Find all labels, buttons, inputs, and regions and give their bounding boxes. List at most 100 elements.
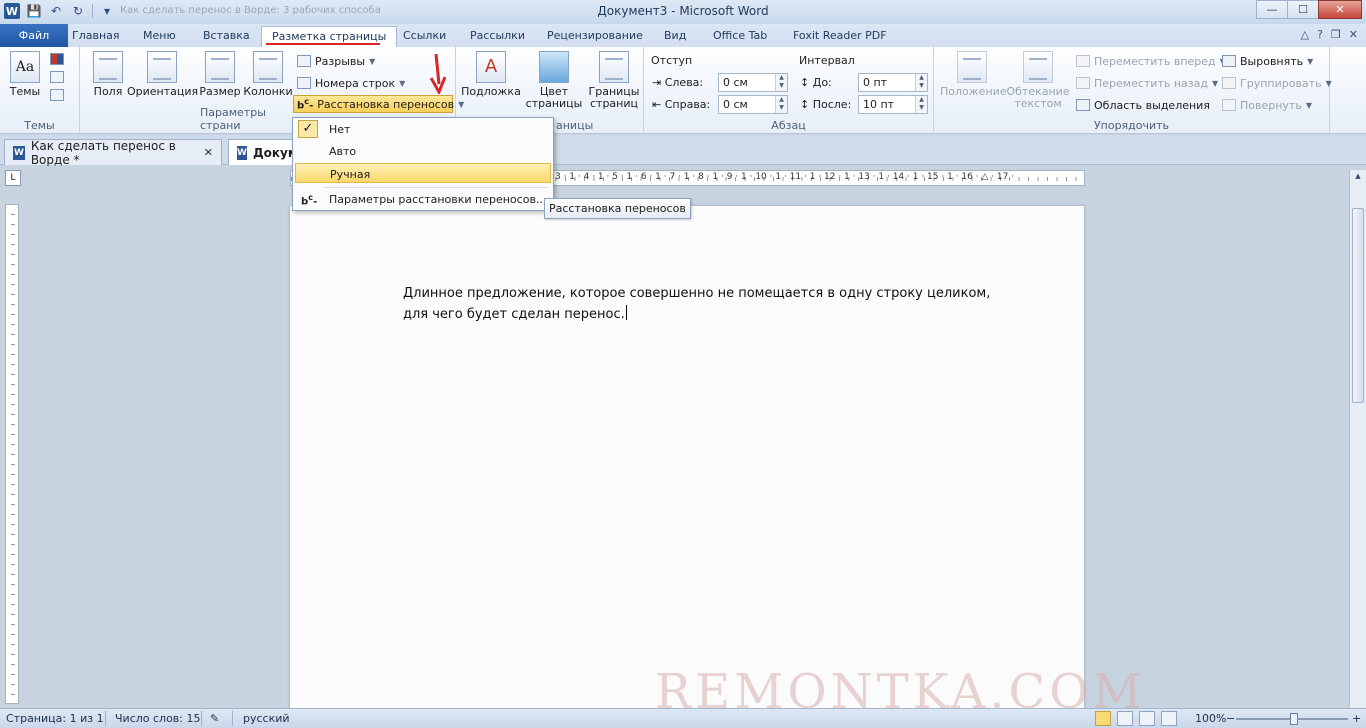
hyphenation-icon: bc-	[297, 96, 314, 112]
menu-item-auto[interactable]: Авто	[295, 141, 551, 161]
rotate-icon	[1222, 99, 1236, 111]
tab-review[interactable]: Рецензирование	[537, 26, 653, 47]
page-color-icon	[539, 51, 569, 83]
group-label-page-setup: Параметры страни	[200, 106, 266, 132]
rotate-button[interactable]: Повернуть ▼	[1222, 96, 1312, 114]
help-icon[interactable]: ?	[1317, 28, 1323, 41]
breaks-button[interactable]: Разрывы ▼	[297, 52, 375, 70]
size-icon	[205, 51, 235, 83]
send-backward-button[interactable]: Переместить назад ▼	[1076, 74, 1218, 92]
spacing-after-input[interactable]: 10 пт ▲ ▼	[858, 95, 928, 114]
wrap-text-icon	[1023, 51, 1053, 83]
tab-references[interactable]: Ссылки	[393, 26, 456, 47]
themes-icon: Aa	[10, 51, 40, 83]
line-numbers-icon	[297, 77, 311, 89]
tab-view[interactable]: Вид	[654, 26, 696, 47]
line-numbers-button[interactable]: Номера строк ▼	[297, 74, 405, 92]
tab-office-tab[interactable]: Office Tab	[703, 26, 777, 47]
hyphenation-options-icon: bc-	[301, 192, 318, 208]
ribbon-right-controls: △ ? ❐ ✕	[1301, 28, 1358, 41]
align-button[interactable]: Выровнять ▼	[1222, 52, 1313, 70]
zoom-out-button[interactable]: −	[1226, 712, 1235, 725]
indent-right-input[interactable]: 0 см ▲ ▼	[718, 95, 788, 114]
tab-file[interactable]: Файл	[0, 24, 68, 47]
close-tab-icon[interactable]: ✕	[204, 146, 213, 159]
spacing-before-input[interactable]: 0 пт ▲ ▼	[858, 73, 928, 92]
close-doc-icon[interactable]: ✕	[1349, 28, 1358, 41]
tab-insert[interactable]: Вставка	[193, 26, 260, 47]
status-word-count[interactable]: Число слов: 15	[115, 712, 201, 725]
minimize-button[interactable]: —	[1256, 0, 1288, 19]
scroll-thumb[interactable]	[1352, 208, 1364, 403]
size-button[interactable]: Размер	[197, 51, 243, 98]
tab-home[interactable]: Главная	[62, 26, 130, 47]
zoom-level[interactable]: 100%	[1195, 712, 1226, 725]
group-label-paragraph: Абзац	[771, 119, 806, 132]
scroll-up-icon[interactable]: ▲	[1352, 172, 1364, 186]
bring-forward-button[interactable]: Переместить вперед▼	[1076, 52, 1226, 70]
group-label-page-background: аницы	[556, 119, 594, 132]
close-button[interactable]: ✕	[1318, 0, 1362, 19]
selection-pane-button[interactable]: Область выделения	[1076, 96, 1210, 114]
indent-left-input[interactable]: 0 см ▲ ▼	[718, 73, 788, 92]
theme-effects-icon[interactable]	[50, 89, 64, 101]
send-backward-icon	[1076, 77, 1090, 89]
tab-selector[interactable]: L	[5, 170, 21, 186]
spacing-label: Интервал	[799, 54, 855, 67]
menu-item-hyphenation-options[interactable]: bc- Параметры расстановки переносов...	[295, 189, 551, 209]
full-screen-view-icon[interactable]	[1117, 711, 1133, 726]
minimize-ribbon-icon[interactable]: △	[1301, 28, 1309, 41]
status-language[interactable]: русский	[243, 712, 290, 725]
tab-foxit[interactable]: Foxit Reader PDF	[783, 26, 897, 47]
align-icon	[1222, 55, 1236, 67]
tab-mailings[interactable]: Рассылки	[460, 26, 535, 47]
zoom-slider-thumb[interactable]	[1290, 713, 1298, 725]
page-color-button[interactable]: Цвет страницы	[524, 51, 584, 110]
word-doc-icon: W	[237, 145, 247, 160]
breaks-icon	[297, 55, 311, 67]
margins-icon	[93, 51, 123, 83]
spellcheck-icon[interactable]: ✎	[210, 712, 219, 725]
group-objects-button[interactable]: Группировать ▼	[1222, 74, 1332, 92]
text-cursor	[625, 305, 627, 320]
group-label-themes: Темы	[24, 119, 55, 132]
theme-fonts-icon[interactable]	[50, 71, 64, 83]
zoom-in-button[interactable]: +	[1352, 712, 1361, 725]
maximize-button[interactable]: ☐	[1287, 0, 1319, 19]
position-button[interactable]: Положение	[940, 51, 1007, 98]
page-borders-icon	[599, 51, 629, 83]
theme-colors-icon[interactable]	[50, 53, 64, 65]
orientation-icon	[147, 51, 177, 83]
themes-button[interactable]: Aa Темы	[3, 51, 47, 98]
tab-menu[interactable]: Меню	[133, 26, 186, 47]
vertical-scrollbar[interactable]: ▲	[1349, 170, 1366, 708]
outline-view-icon[interactable]	[1161, 711, 1177, 726]
red-arrow-annotation	[430, 54, 446, 94]
web-layout-view-icon[interactable]	[1139, 711, 1155, 726]
margins-button[interactable]: Поля	[85, 51, 131, 98]
red-underline-annotation	[266, 43, 380, 45]
hyphenation-menu: ✓ Нет Авто Ручная bc- Параметры расстано…	[292, 117, 554, 211]
menu-item-none[interactable]: ✓ Нет	[295, 119, 551, 139]
status-page[interactable]: Страница: 1 из 1	[6, 712, 104, 725]
hyphenation-button[interactable]: bc- Расстановка переносов ▼	[293, 95, 464, 113]
doc-tab-how-to[interactable]: W Как сделать перенос в Ворде * ✕	[4, 139, 222, 167]
orientation-button[interactable]: Ориентация	[127, 51, 198, 98]
page-borders-button[interactable]: Границы страниц	[586, 51, 642, 110]
vertical-ruler[interactable]	[5, 204, 19, 704]
position-icon	[957, 51, 987, 83]
document-body[interactable]: Длинное предложение, которое совершенно …	[403, 283, 1003, 325]
group-label-arrange: Упорядочить	[1093, 119, 1170, 132]
watermark-button[interactable]: A Подложка	[461, 51, 521, 98]
print-layout-view-icon[interactable]	[1095, 711, 1111, 726]
bring-forward-icon	[1076, 55, 1090, 67]
menu-separator	[323, 187, 549, 188]
doc-tab-document3[interactable]: W Докум	[228, 139, 298, 165]
columns-button[interactable]: Колонки	[243, 51, 293, 98]
restore-doc-icon[interactable]: ❐	[1331, 28, 1341, 41]
document-page[interactable]: Длинное предложение, которое совершенно …	[290, 206, 1084, 716]
menu-item-manual[interactable]: Ручная	[295, 163, 551, 183]
document-text: Длинное предложение, которое совершенно …	[403, 286, 991, 322]
ribbon: Aa Темы Темы Поля Ориентация Размер Коло…	[0, 47, 1366, 134]
wrap-text-button[interactable]: Обтекание текстом	[1006, 51, 1070, 110]
